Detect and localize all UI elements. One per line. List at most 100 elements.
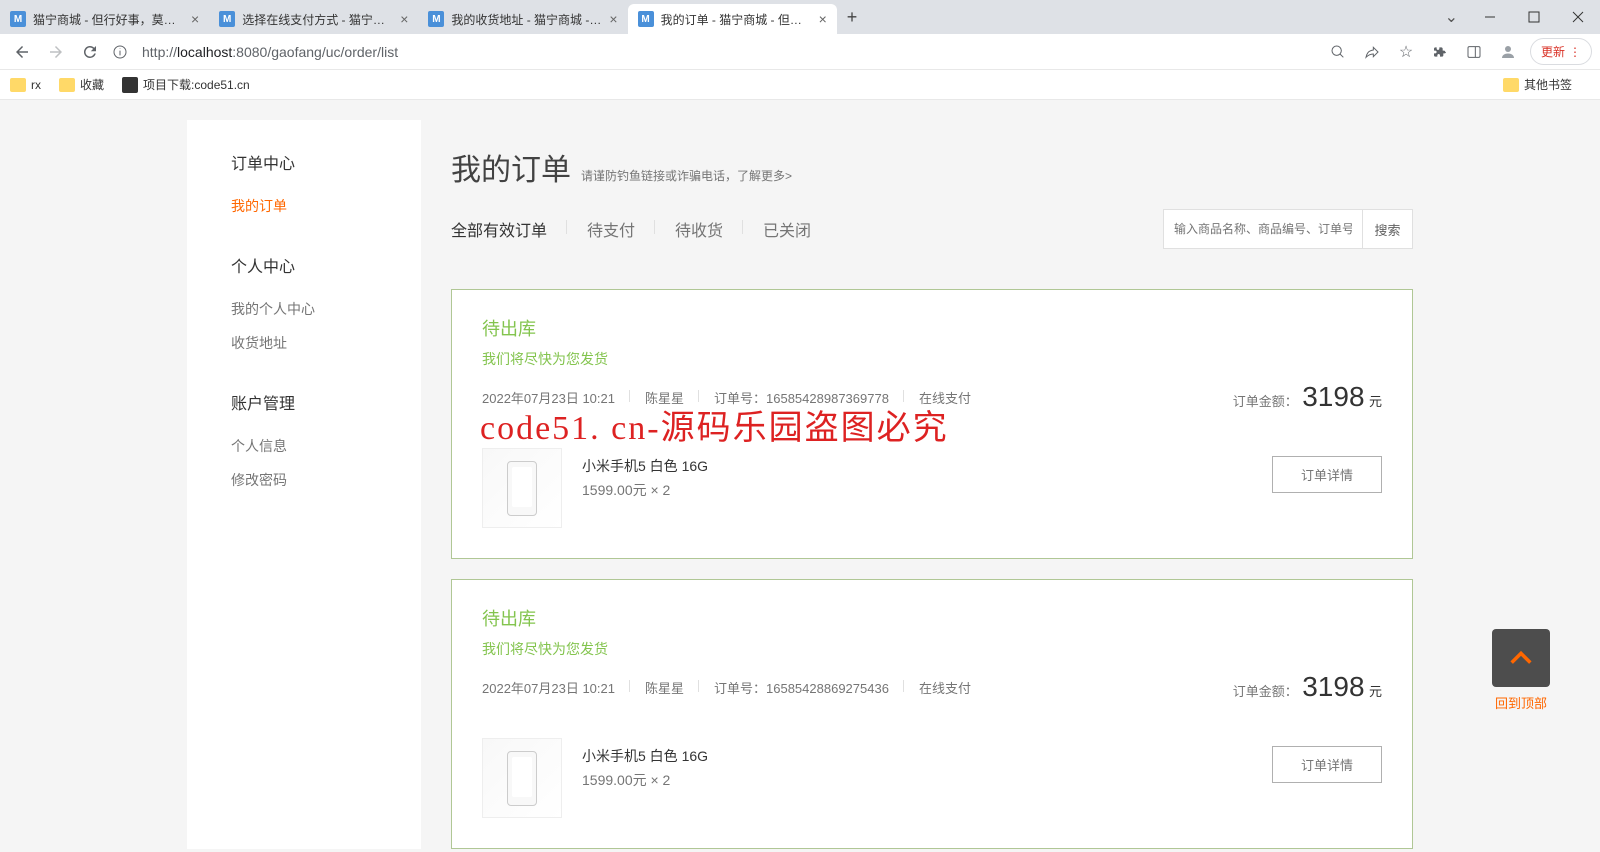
order-card: 待出库 我们将尽快为您发货 2022年07月23日 10:21 陈星星 订单号：… bbox=[451, 579, 1413, 849]
filter-pending-pay[interactable]: 待支付 bbox=[567, 217, 655, 241]
search-input[interactable] bbox=[1163, 209, 1363, 249]
back-to-top[interactable]: 回到顶部 bbox=[1492, 629, 1550, 712]
phone-icon bbox=[507, 461, 537, 516]
order-card: 待出库 我们将尽快为您发货 2022年07月23日 10:21 陈星星 订单号：… bbox=[451, 289, 1413, 559]
bookmark-star-icon[interactable]: ☆ bbox=[1394, 40, 1418, 64]
order-date: 2022年07月23日 10:21 bbox=[482, 388, 630, 407]
sidebar-item-my-orders[interactable]: 我的订单 bbox=[187, 189, 421, 223]
order-search: 搜索 bbox=[1163, 209, 1413, 249]
nav-bar: http://localhost:8080/gaofang/uc/order/l… bbox=[0, 34, 1600, 70]
address-bar[interactable]: http://localhost:8080/gaofang/uc/order/l… bbox=[136, 44, 1320, 60]
close-icon[interactable]: × bbox=[191, 11, 199, 27]
close-icon[interactable]: × bbox=[819, 11, 827, 27]
order-meta: 2022年07月23日 10:21 陈星星 订单号：16585428987369… bbox=[482, 388, 986, 407]
filter-closed[interactable]: 已关闭 bbox=[743, 217, 831, 241]
share-icon[interactable] bbox=[1360, 40, 1384, 64]
search-button[interactable]: 搜索 bbox=[1363, 209, 1413, 249]
extensions-icon[interactable] bbox=[1428, 40, 1452, 64]
order-pay-method: 在线支付 bbox=[904, 678, 986, 697]
new-tab-button[interactable]: + bbox=[837, 7, 868, 28]
product-image[interactable] bbox=[482, 448, 562, 528]
folder-icon bbox=[1503, 78, 1519, 92]
order-number: 订单号：16585428987369778 bbox=[699, 388, 904, 407]
sidebar-group-title: 个人中心 bbox=[187, 253, 421, 277]
bookmark-fav[interactable]: 收藏 bbox=[59, 76, 104, 93]
browser-tab-1[interactable]: M选择在线支付方式 - 猫宁商城 - 但× bbox=[209, 4, 418, 34]
tab-dropdown-icon[interactable]: ⌄ bbox=[1445, 7, 1458, 27]
tab-bar: M 猫宁商城 - 但行好事，莫问前程 × M选择在线支付方式 - 猫宁商城 - 但×… bbox=[0, 0, 1600, 34]
tab-title: 我的订单 - 猫宁商城 - 但行好事 bbox=[661, 11, 811, 28]
reload-button[interactable] bbox=[76, 38, 104, 66]
browser-tab-0[interactable]: M 猫宁商城 - 但行好事，莫问前程 × bbox=[0, 4, 209, 34]
tab-title: 猫宁商城 - 但行好事，莫问前程 bbox=[33, 11, 183, 28]
sidebar-item-personal-center[interactable]: 我的个人中心 bbox=[187, 292, 421, 326]
sidebar-group-personal: 个人中心 我的个人中心 收货地址 bbox=[187, 253, 421, 360]
minimize-button[interactable] bbox=[1468, 2, 1512, 32]
filter-pending-receive[interactable]: 待收货 bbox=[655, 217, 743, 241]
order-detail-button[interactable]: 订单详情 bbox=[1272, 456, 1382, 493]
sidebar-group-account: 账户管理 个人信息 修改密码 bbox=[187, 390, 421, 497]
close-icon[interactable]: × bbox=[609, 11, 617, 27]
update-button[interactable]: 更新 bbox=[1530, 38, 1592, 65]
order-status: 待出库 bbox=[482, 605, 1382, 631]
bookmark-dl[interactable]: 项目下载:code51.cn bbox=[122, 76, 250, 93]
order-number: 订单号：16585428869275436 bbox=[699, 678, 904, 697]
sidebar-item-address[interactable]: 收货地址 bbox=[187, 326, 421, 360]
chevron-up-icon bbox=[1507, 644, 1535, 672]
sidebar-item-personal-info[interactable]: 个人信息 bbox=[187, 429, 421, 463]
page-title: 我的订单 bbox=[451, 145, 571, 189]
order-item: 小米手机5 白色 16G 1599.00元 × 2 bbox=[482, 738, 1202, 818]
sidebar-group-orders: 订单中心 我的订单 bbox=[187, 150, 421, 223]
filter-all[interactable]: 全部有效订单 bbox=[451, 217, 567, 241]
window-controls: ⌄ bbox=[1445, 2, 1600, 32]
maximize-button[interactable] bbox=[1512, 2, 1556, 32]
back-to-top-label: 回到顶部 bbox=[1492, 693, 1550, 712]
tab-favicon: M bbox=[638, 11, 654, 27]
site-info-icon[interactable] bbox=[110, 42, 130, 62]
tab-title: 我的收货地址 - 猫宁商城 - 但行 bbox=[451, 11, 601, 28]
order-detail-button[interactable]: 订单详情 bbox=[1272, 746, 1382, 783]
bookmark-rx[interactable]: rx bbox=[10, 78, 41, 92]
browser-tab-3[interactable]: M 我的订单 - 猫宁商城 - 但行好事 × bbox=[628, 4, 837, 34]
phone-icon bbox=[507, 751, 537, 806]
sidebar-group-title: 订单中心 bbox=[187, 150, 421, 174]
sidebar-item-change-password[interactable]: 修改密码 bbox=[187, 463, 421, 497]
order-status: 待出库 bbox=[482, 315, 1382, 341]
toolbar-icons: ☆ 更新 bbox=[1326, 38, 1592, 65]
forward-button[interactable] bbox=[42, 38, 70, 66]
product-name[interactable]: 小米手机5 白色 16G bbox=[582, 456, 708, 476]
order-message: 我们将尽快为您发货 bbox=[482, 349, 1382, 369]
tab-favicon: M bbox=[10, 11, 26, 27]
back-button[interactable] bbox=[8, 38, 36, 66]
order-message: 我们将尽快为您发货 bbox=[482, 639, 1382, 659]
order-item: 小米手机5 白色 16G 1599.00元 × 2 bbox=[482, 448, 1202, 528]
page-content: 订单中心 我的订单 个人中心 我的个人中心 收货地址 账户管理 个人信息 修改密… bbox=[0, 100, 1600, 852]
zoom-icon[interactable] bbox=[1326, 40, 1350, 64]
filter-bar: 全部有效订单 待支付 待收货 已关闭 搜索 bbox=[451, 209, 1413, 269]
product-price: 1599.00元 × 2 bbox=[582, 480, 708, 500]
browser-tab-2[interactable]: M我的收货地址 - 猫宁商城 - 但行× bbox=[418, 4, 627, 34]
close-window-button[interactable] bbox=[1556, 2, 1600, 32]
order-date: 2022年07月23日 10:21 bbox=[482, 678, 630, 697]
other-bookmarks[interactable]: 其他书签 bbox=[1503, 76, 1572, 93]
sidepanel-icon[interactable] bbox=[1462, 40, 1486, 64]
product-price: 1599.00元 × 2 bbox=[582, 770, 708, 790]
product-image[interactable] bbox=[482, 738, 562, 818]
browser-chrome: M 猫宁商城 - 但行好事，莫问前程 × M选择在线支付方式 - 猫宁商城 - 但×… bbox=[0, 0, 1600, 100]
site-icon bbox=[122, 77, 138, 93]
close-icon[interactable]: × bbox=[400, 11, 408, 27]
product-name[interactable]: 小米手机5 白色 16G bbox=[582, 746, 708, 766]
tab-favicon: M bbox=[219, 11, 235, 27]
content-header: 我的订单 请谨防钓鱼链接或诈骗电话，了解更多> bbox=[451, 120, 1413, 209]
order-customer: 陈星星 bbox=[630, 388, 699, 407]
sidebar-group-title: 账户管理 bbox=[187, 390, 421, 414]
folder-icon bbox=[10, 78, 26, 92]
profile-icon[interactable] bbox=[1496, 40, 1520, 64]
order-customer: 陈星星 bbox=[630, 678, 699, 697]
back-to-top-icon-box bbox=[1492, 629, 1550, 687]
bookmark-bar: rx 收藏 项目下载:code51.cn 其他书签 bbox=[0, 70, 1600, 100]
main-content: 我的订单 请谨防钓鱼链接或诈骗电话，了解更多> 全部有效订单 待支付 待收货 已… bbox=[421, 120, 1413, 849]
sidebar: 订单中心 我的订单 个人中心 我的个人中心 收货地址 账户管理 个人信息 修改密… bbox=[187, 120, 421, 849]
order-meta: 2022年07月23日 10:21 陈星星 订单号：16585428869275… bbox=[482, 678, 986, 697]
order-amount: 订单金额： 3198 元 bbox=[1233, 671, 1382, 703]
